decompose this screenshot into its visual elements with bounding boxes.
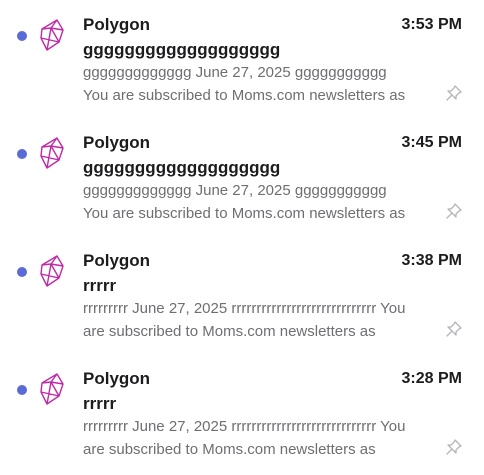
pin-icon[interactable] [445,438,463,456]
preview-line: You are subscribed to Moms.com newslette… [83,87,406,104]
received-time: 3:38 PM [401,252,462,269]
polygon-logo-icon [38,372,66,406]
pin-icon[interactable] [445,84,463,102]
unread-indicator [17,385,27,395]
email-list-item[interactable]: Polygon 3:53 PM ggggggggggggggggggg gggg… [0,0,484,118]
email-subject: ggggggggggggggggggg [83,40,281,59]
email-subject: rrrrr [83,276,117,295]
preview-line: are subscribed to Moms.com newsletters a… [83,323,376,340]
received-time: 3:45 PM [401,134,462,151]
email-preview: ggggggggggggg June 27, 2025 ggggggggggg … [83,179,423,225]
received-time: 3:28 PM [401,370,462,387]
unread-indicator [17,267,27,277]
polygon-logo-icon [38,254,66,288]
unread-indicator [17,31,27,41]
preview-line: rrrrrrrrr June 27, 2025 rrrrrrrrrrrrrrrr… [83,300,406,317]
sender-name: Polygon [83,251,151,270]
preview-line: ggggggggggggg June 27, 2025 ggggggggggg [83,64,387,81]
email-subject: rrrrr [83,394,117,413]
unread-indicator [17,149,27,159]
pin-icon[interactable] [445,202,463,220]
preview-line: rrrrrrrrr June 27, 2025 rrrrrrrrrrrrrrrr… [83,418,406,435]
email-list-item[interactable]: Polygon 3:45 PM ggggggggggggggggggg gggg… [0,118,484,236]
preview-line: are subscribed to Moms.com newsletters a… [83,441,376,458]
email-list-item[interactable]: Polygon 3:28 PM rrrrr rrrrrrrrr June 27,… [0,354,484,472]
email-preview: ggggggggggggg June 27, 2025 ggggggggggg … [83,61,423,107]
preview-line: ggggggggggggg June 27, 2025 ggggggggggg [83,182,387,199]
email-preview: rrrrrrrrr June 27, 2025 rrrrrrrrrrrrrrrr… [83,297,423,343]
polygon-logo-icon [38,136,66,170]
email-preview: rrrrrrrrr June 27, 2025 rrrrrrrrrrrrrrrr… [83,415,423,461]
polygon-logo-icon [38,18,66,52]
preview-line: You are subscribed to Moms.com newslette… [83,205,406,222]
received-time: 3:53 PM [401,16,462,33]
sender-name: Polygon [83,133,151,152]
email-list: Polygon 3:53 PM ggggggggggggggggggg gggg… [0,0,484,475]
pin-icon[interactable] [445,320,463,338]
email-subject: ggggggggggggggggggg [83,158,281,177]
sender-name: Polygon [83,15,151,34]
sender-name: Polygon [83,369,151,388]
email-list-item[interactable]: Polygon 3:38 PM rrrrr rrrrrrrrr June 27,… [0,236,484,354]
